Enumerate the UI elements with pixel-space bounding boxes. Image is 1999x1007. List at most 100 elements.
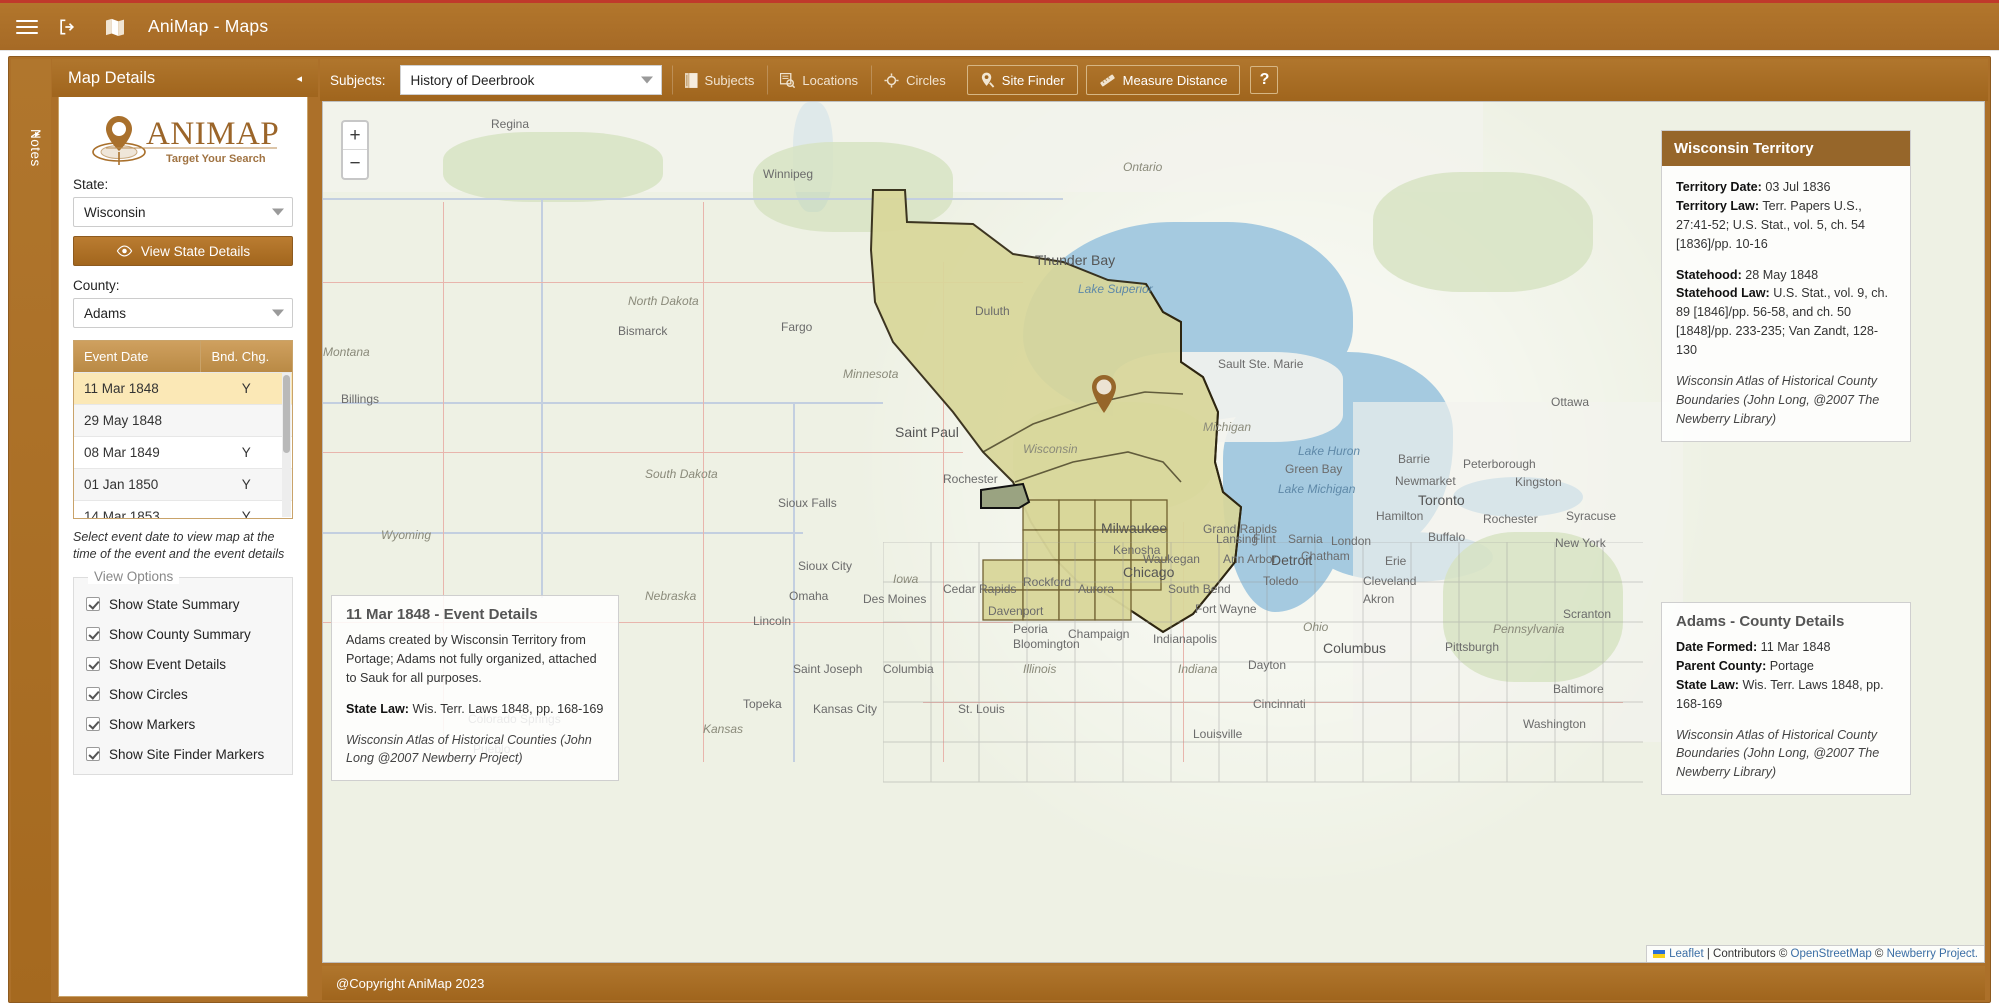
newberry-link[interactable]: Newberry Project. — [1887, 948, 1978, 960]
map-label: Peoria — [1013, 622, 1048, 636]
state-label: State: — [73, 177, 109, 192]
event-state-law-key: State Law: — [346, 701, 409, 716]
statehood-row: Statehood: 28 May 1848 — [1676, 266, 1896, 285]
measure-distance-button[interactable]: Measure Distance — [1085, 65, 1241, 95]
leaflet-flag-icon — [1653, 949, 1666, 958]
territory-law-key: Territory Law: — [1676, 198, 1760, 213]
circles-button[interactable]: Circles — [871, 65, 959, 95]
map-label: Dayton — [1248, 658, 1287, 672]
notes-rail: ▸ Notes — [11, 59, 51, 1002]
event-date-cell: 01 Jan 1850 — [84, 477, 159, 492]
event-date-table: Event Date Bnd. Chg. 11 Mar 1848 Y 29 Ma… — [73, 340, 293, 519]
map-label: Rochester — [943, 472, 998, 486]
county-select-value: Adams — [84, 305, 127, 321]
help-button[interactable]: ? — [1250, 66, 1279, 94]
map-label: Lake Huron — [1298, 444, 1361, 458]
bnd-chg-cell — [200, 405, 292, 436]
map-label: Toronto — [1418, 492, 1465, 508]
map-label: Buffalo — [1428, 530, 1466, 544]
county-select[interactable]: Adams — [73, 298, 293, 328]
site-finder-button[interactable]: Site Finder — [966, 65, 1078, 95]
map-label: Thunder Bay — [1035, 252, 1116, 268]
checkbox-show-site-finder-markers[interactable]: Show Site Finder Markers — [86, 747, 280, 762]
map-label: Akron — [1363, 592, 1395, 606]
logout-icon[interactable] — [54, 14, 80, 40]
map-label: Billings — [341, 392, 380, 406]
checkbox-show-state-summary[interactable]: Show State Summary — [86, 597, 280, 612]
state-boundary-v1 — [541, 198, 543, 598]
map-label: Regina — [491, 117, 530, 131]
zoom-out-button[interactable]: − — [343, 150, 367, 178]
map-zoom-control: + − — [341, 120, 369, 180]
hamburger-icon[interactable] — [14, 14, 40, 40]
map-label: Davenport — [988, 604, 1044, 618]
checkbox-icon — [86, 657, 100, 672]
pin-search-icon — [981, 72, 995, 88]
checkbox-show-event-details[interactable]: Show Event Details — [86, 657, 280, 672]
event-table-scroll[interactable]: 11 Mar 1848 Y 29 May 1848 08 Mar 1849 Y — [74, 372, 292, 518]
checkbox-show-county-summary[interactable]: Show County Summary — [86, 627, 280, 642]
bnd-chg-cell: Y — [241, 477, 251, 492]
bnd-chg-cell: Y — [241, 381, 251, 396]
locations-button[interactable]: Locations — [767, 65, 871, 95]
map-label: Wisconsin — [1023, 442, 1078, 456]
map-canvas[interactable]: Regina Winnipeg Ontario North Dakota Bismarc… — [322, 101, 1985, 963]
svg-text:ANIMAP: ANIMAP — [146, 116, 278, 152]
map-label: Michigan — [1203, 420, 1252, 434]
state-summary-body: Territory Date: 03 Jul 1836 Territory La… — [1662, 166, 1910, 441]
zoom-in-button[interactable]: + — [343, 122, 367, 150]
checkbox-show-circles[interactable]: Show Circles — [86, 687, 280, 702]
svg-text:Target Your Search: Target Your Search — [166, 153, 266, 165]
map-label: Rochester — [1483, 512, 1538, 526]
column-header-event-date: Event Date — [84, 349, 149, 364]
map-label: Ann Arbor — [1223, 552, 1277, 566]
county-summary-body: Date Formed: 11 Mar 1848 Parent County: … — [1662, 634, 1910, 794]
measure-distance-button-label: Measure Distance — [1122, 72, 1228, 88]
leaflet-link[interactable]: Leaflet — [1669, 948, 1704, 960]
view-state-details-button[interactable]: View State Details — [73, 236, 293, 266]
attrib-sep: | — [1703, 948, 1714, 960]
county-summary-title: Adams - County Details — [1676, 613, 1845, 630]
copyright-text: @Copyright AniMap 2023 — [336, 975, 485, 991]
map-label: Lake Michigan — [1278, 482, 1356, 496]
page-frame: ▸ Notes Map Details ◂ ANIMAP Target Your… — [0, 50, 1999, 1007]
copy-symbol-2: © — [1871, 948, 1887, 960]
map-label: Green Bay — [1285, 462, 1343, 476]
map-label: Montana — [323, 345, 370, 359]
map-label: Sioux Falls — [778, 496, 837, 510]
subjects-button[interactable]: Subjects — [671, 65, 768, 95]
subject-select[interactable]: History of Deerbrook — [399, 65, 662, 95]
ruler-icon — [1100, 74, 1115, 86]
map-label: Hamilton — [1376, 509, 1424, 523]
map-label: Columbus — [1323, 640, 1387, 656]
table-row[interactable]: 14 Mar 1853 Y — [74, 500, 292, 518]
map-label: Lake Superior — [1078, 282, 1153, 296]
map-details-panel: Map Details ◂ ANIMAP Target Your Search … — [52, 59, 318, 1002]
map-label: Lincoln — [753, 614, 792, 628]
bnd-chg-cell: Y — [241, 445, 251, 460]
parent-county-key: Parent County: — [1676, 658, 1767, 673]
table-row[interactable]: 01 Jan 1850 Y — [74, 468, 292, 500]
table-row[interactable]: 29 May 1848 — [74, 404, 292, 436]
state-boundary-h2 — [323, 402, 883, 404]
app-bar: AniMap - Maps — [0, 3, 1999, 50]
table-row[interactable]: 08 Mar 1849 Y — [74, 436, 292, 468]
map-pin-marker[interactable] — [1089, 374, 1119, 416]
checkbox-icon — [86, 717, 100, 732]
checkbox-icon — [86, 747, 100, 762]
openstreetmap-link[interactable]: OpenStreetMap — [1791, 948, 1872, 960]
copy-symbol-1: © — [1775, 948, 1791, 960]
event-details-text: Adams created by Wisconsin Territory fro… — [346, 633, 597, 685]
chevron-down-icon — [640, 76, 653, 84]
notes-tab[interactable]: Notes — [21, 129, 43, 167]
statehood-key: Statehood: — [1676, 267, 1742, 282]
state-select[interactable]: Wisconsin — [73, 197, 293, 227]
table-row[interactable]: 11 Mar 1848 Y — [74, 372, 292, 404]
column-header-bnd-chg: Bnd. Chg. — [200, 341, 292, 372]
checkbox-show-markers[interactable]: Show Markers — [86, 717, 280, 732]
county-summary-panel: Adams - County Details Date Formed: 11 M… — [1661, 602, 1911, 796]
collapse-panel-icon[interactable]: ◂ — [296, 72, 302, 85]
map-label: South Dakota — [645, 467, 718, 481]
map-label: Kenosha — [1113, 543, 1161, 557]
event-table-scrollbar[interactable] — [282, 373, 291, 517]
